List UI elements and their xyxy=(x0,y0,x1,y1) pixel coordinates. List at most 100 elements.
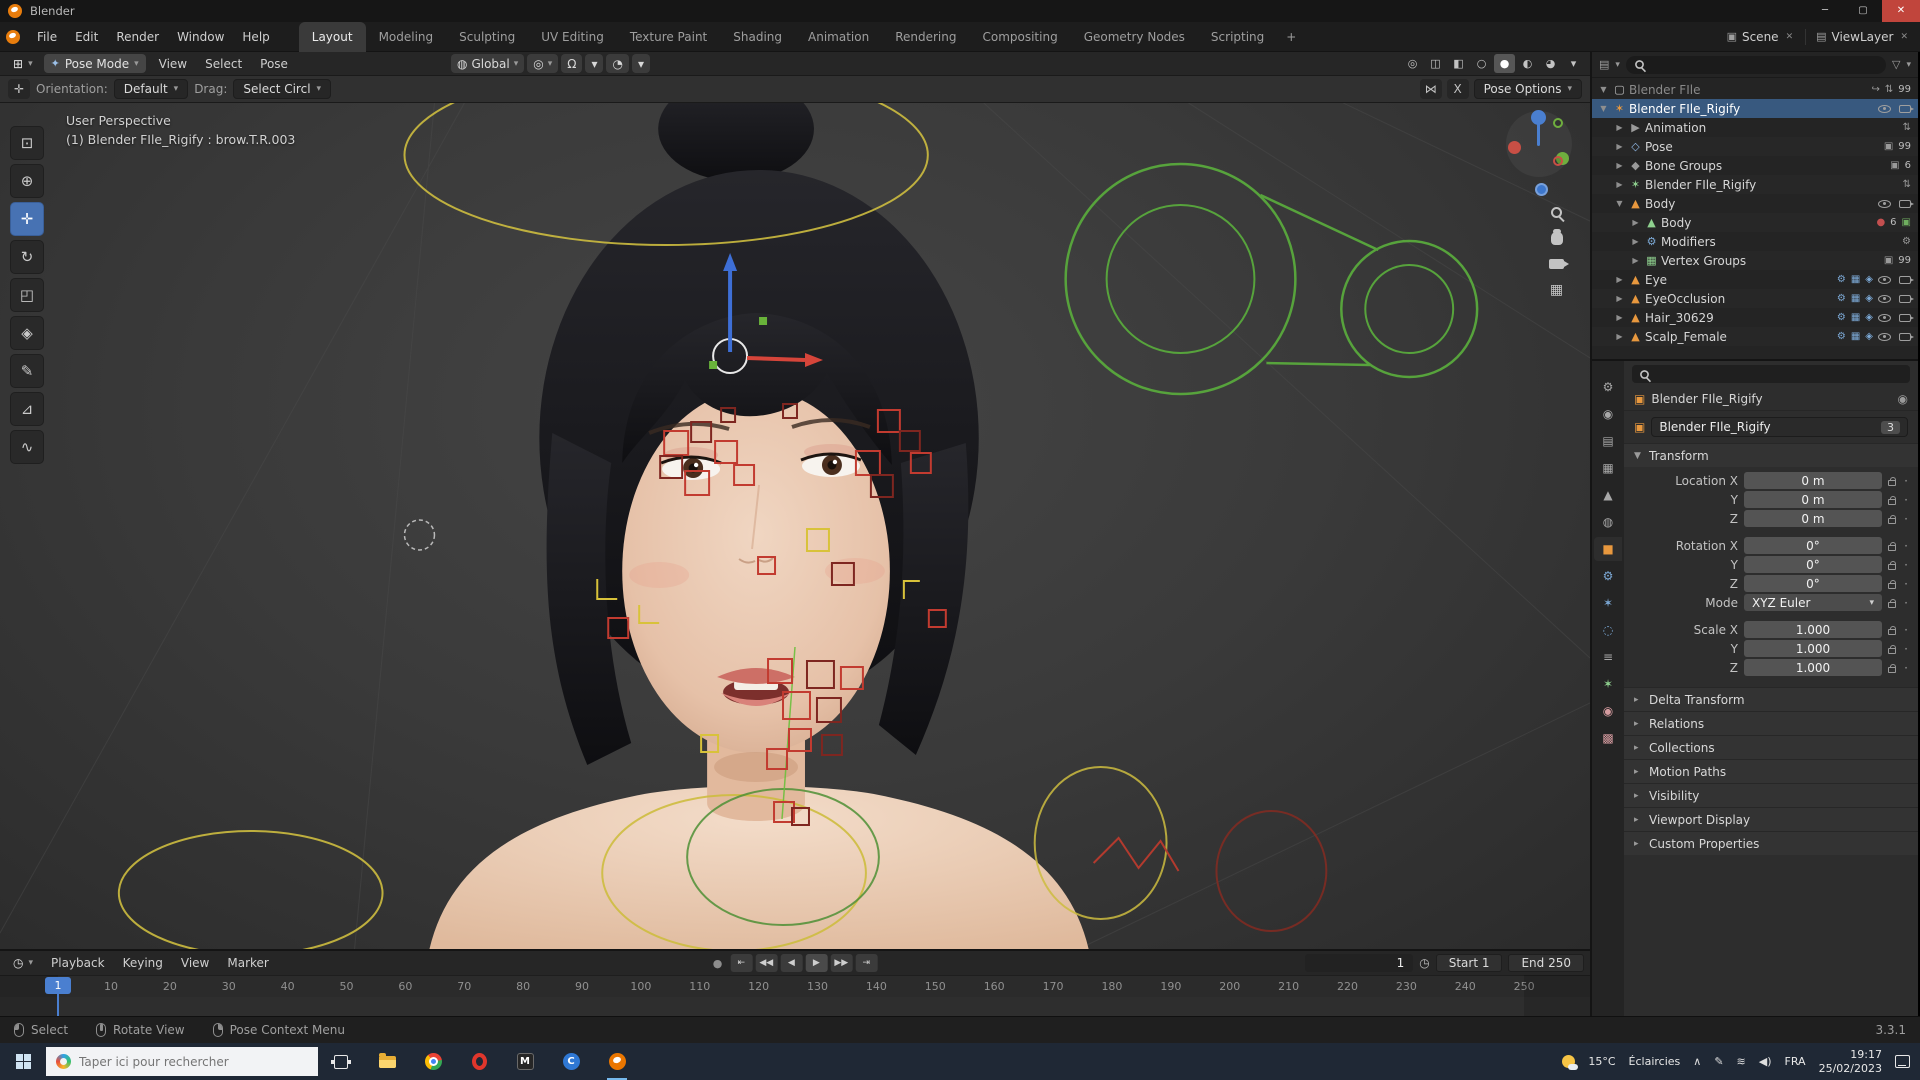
lock-icon[interactable] xyxy=(1888,564,1896,570)
end-frame-field[interactable]: End 250 xyxy=(1508,954,1584,972)
prop-field-z[interactable]: 1.000 xyxy=(1744,659,1882,676)
animate-dot[interactable]: · xyxy=(1902,623,1910,637)
visibility-eye-icon[interactable] xyxy=(1878,295,1891,303)
breadcrumb-label[interactable]: Blender FIle_Rigify xyxy=(1651,392,1762,406)
lock-icon[interactable] xyxy=(1888,629,1896,635)
proportional-settings-dropdown[interactable]: ▾ xyxy=(632,54,650,73)
navigation-gizmo[interactable] xyxy=(1506,111,1572,177)
expander-icon[interactable]: ▶ xyxy=(1612,161,1627,170)
section-custom-properties[interactable]: ▸Custom Properties xyxy=(1624,831,1918,855)
prop-field-y[interactable]: 1.000 xyxy=(1744,640,1882,657)
maximize-button[interactable]: ▢ xyxy=(1844,0,1882,22)
users-count-badge[interactable]: 3 xyxy=(1881,421,1900,434)
animate-dot[interactable]: · xyxy=(1902,512,1910,526)
toggle-xray-button[interactable]: ◧ xyxy=(1448,54,1469,73)
visibility-eye-icon[interactable] xyxy=(1878,276,1891,284)
lock-icon[interactable] xyxy=(1888,499,1896,505)
animate-dot[interactable]: · xyxy=(1902,493,1910,507)
pivot-point-dropdown[interactable]: ◎▾ xyxy=(527,54,558,73)
expander-icon[interactable]: ▶ xyxy=(1628,256,1643,265)
expander-icon[interactable]: ▶ xyxy=(1612,142,1627,151)
outliner-row-eyeocclusion-11[interactable]: ▶▲EyeOcclusion⚙▦◈ xyxy=(1592,289,1918,308)
workspace-tab-layout[interactable]: Layout xyxy=(299,22,366,52)
play-reverse-button[interactable]: ◀ xyxy=(780,954,802,972)
pen-tray-icon[interactable]: ✎ xyxy=(1714,1055,1723,1068)
prop-field-rotation-x[interactable]: 0° xyxy=(1744,537,1882,554)
outliner-row-blender-file-rigify-5[interactable]: ▶✶Blender FIle_Rigify⇅ xyxy=(1592,175,1918,194)
editor-type-dropdown[interactable]: ⊞ ▾ xyxy=(6,54,40,73)
workspace-tab-modeling[interactable]: Modeling xyxy=(366,22,447,52)
section-visibility[interactable]: ▸Visibility xyxy=(1624,783,1918,807)
expander-icon[interactable]: ▶ xyxy=(1628,218,1643,227)
shading-settings-dropdown[interactable]: ▾ xyxy=(1563,54,1584,73)
tab-tool[interactable]: ⚙ xyxy=(1594,375,1622,399)
taskbar-search[interactable] xyxy=(46,1047,318,1076)
m-app-shortcut[interactable]: M xyxy=(502,1043,548,1080)
expander-icon[interactable]: ▶ xyxy=(1612,294,1627,303)
pan-hand-icon[interactable] xyxy=(1551,232,1563,245)
workspace-tab-texture-paint[interactable]: Texture Paint xyxy=(617,22,720,52)
mode-dropdown[interactable]: ✦ Pose Mode ▾ xyxy=(44,54,146,73)
camera-view-button[interactable] xyxy=(1535,183,1548,196)
blender-app[interactable] xyxy=(594,1043,640,1080)
scene-unlink-icon[interactable]: ✕ xyxy=(1784,32,1796,42)
prop-field-z[interactable]: 0 m xyxy=(1744,510,1882,527)
shading-rendered-button[interactable]: ◕ xyxy=(1540,54,1561,73)
outliner-row-modifiers-8[interactable]: ▶⚙Modifiers⚙ xyxy=(1592,232,1918,251)
object-name-field[interactable]: Blender FIle_Rigify 3 xyxy=(1651,417,1908,437)
tab-object[interactable]: ■ xyxy=(1594,537,1622,561)
animate-dot[interactable]: · xyxy=(1902,577,1910,591)
file-explorer-shortcut[interactable] xyxy=(364,1043,410,1080)
render-camera-icon[interactable] xyxy=(1899,276,1911,284)
outliner-row-eye-10[interactable]: ▶▲Eye⚙▦◈ xyxy=(1592,270,1918,289)
transform-orientation-dropdown[interactable]: ◍Global▾ xyxy=(451,54,524,73)
active-tool-icon[interactable]: ✛ xyxy=(8,79,30,99)
animate-dot[interactable]: · xyxy=(1902,642,1910,656)
next-keyframe-button[interactable]: ▶▶ xyxy=(830,954,852,972)
lock-icon[interactable] xyxy=(1888,667,1896,673)
proportional-edit-toggle[interactable]: ◔ xyxy=(606,54,628,73)
clock[interactable]: 19:17 25/02/2023 xyxy=(1819,1048,1882,1076)
outliner-row-scalp-female-13[interactable]: ▶▲Scalp_Female⚙▦◈ xyxy=(1592,327,1918,346)
tab-constraints[interactable]: ≡ xyxy=(1594,645,1622,669)
action-center-icon[interactable] xyxy=(1895,1055,1910,1068)
outliner-search-field[interactable] xyxy=(1626,56,1886,74)
play-button[interactable]: ▶ xyxy=(805,954,827,972)
rig-controls[interactable] xyxy=(119,103,1477,949)
expander-icon[interactable]: ▶ xyxy=(1612,332,1627,341)
blender-menu-icon[interactable] xyxy=(6,30,20,44)
tool-pose-breakdowner[interactable]: ∿ xyxy=(10,430,44,464)
stopwatch-icon[interactable]: ◷ xyxy=(1419,956,1429,970)
visibility-eye-icon[interactable] xyxy=(1878,200,1891,208)
start-button[interactable] xyxy=(0,1043,46,1080)
opera-shortcut[interactable] xyxy=(456,1043,502,1080)
outliner-row-hair-30629-12[interactable]: ▶▲Hair_30629⚙▦◈ xyxy=(1592,308,1918,327)
render-camera-icon[interactable] xyxy=(1899,105,1911,113)
tab-physics[interactable]: ◌ xyxy=(1594,618,1622,642)
tab-view-layer[interactable]: ▦ xyxy=(1594,456,1622,480)
tool-transform[interactable]: ◈ xyxy=(10,316,44,350)
visibility-eye-icon[interactable] xyxy=(1878,314,1891,322)
workspace-tab-compositing[interactable]: Compositing xyxy=(969,22,1070,52)
camera-toggle-icon[interactable] xyxy=(1549,259,1564,269)
outliner-row-bone-groups-4[interactable]: ▶◆Bone Groups▣6 xyxy=(1592,156,1918,175)
axis-neg-x-handle[interactable] xyxy=(1553,156,1563,166)
axis-x-handle[interactable] xyxy=(1508,141,1521,154)
workspace-tab-shading[interactable]: Shading xyxy=(720,22,795,52)
tray-chevron-icon[interactable]: ∧ xyxy=(1693,1055,1701,1068)
tab-scene[interactable]: ▲ xyxy=(1594,483,1622,507)
mirror-x-toggle[interactable]: X xyxy=(1447,79,1469,99)
snap-magnet-toggle[interactable]: Ω xyxy=(561,54,582,73)
expander-icon[interactable]: ▶ xyxy=(1628,237,1643,246)
show-gizmos-toggle[interactable]: ◎ xyxy=(1402,54,1423,73)
properties-search-field[interactable] xyxy=(1632,365,1910,383)
snap-settings-dropdown[interactable]: ▾ xyxy=(585,54,603,73)
axis-z-handle[interactable] xyxy=(1531,110,1546,125)
menu-window[interactable]: Window xyxy=(168,22,233,51)
viewport-menu-view[interactable]: View xyxy=(150,52,196,75)
animate-dot[interactable]: · xyxy=(1902,661,1910,675)
outliner-row-vertex-groups-9[interactable]: ▶▦Vertex Groups▣99 xyxy=(1592,251,1918,270)
search-input[interactable] xyxy=(79,1055,289,1069)
shading-solid-button[interactable]: ● xyxy=(1494,54,1515,73)
outliner-row-body-7[interactable]: ▶▲Body●6▣ xyxy=(1592,213,1918,232)
